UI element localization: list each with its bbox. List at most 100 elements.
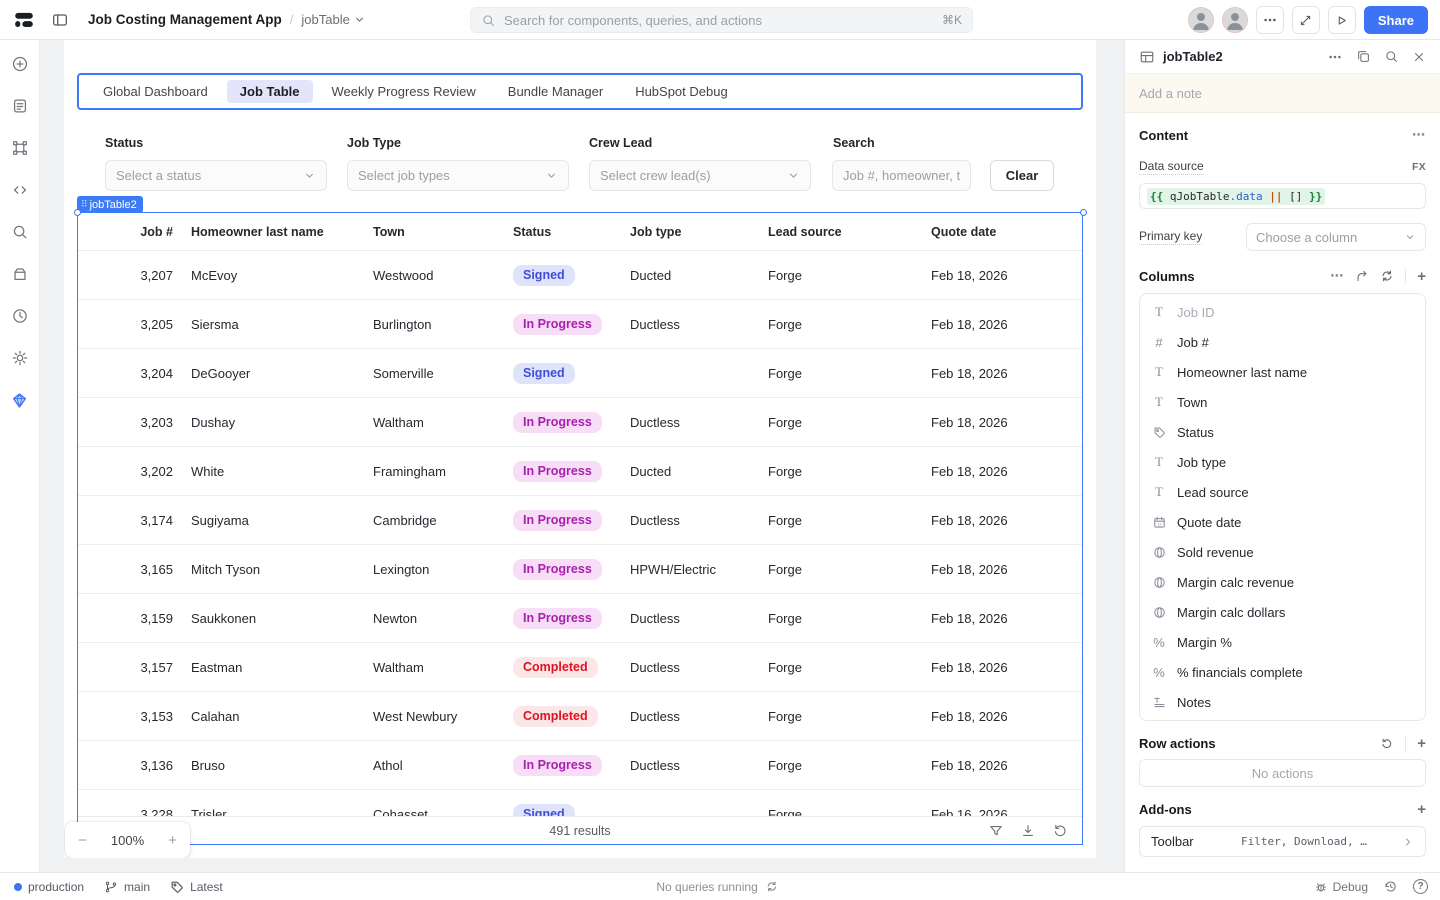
pin-column-icon[interactable]: [1355, 269, 1369, 283]
job-type-select[interactable]: Select job types: [347, 160, 569, 191]
sync-columns-icon[interactable]: [1380, 269, 1394, 283]
environment-selector[interactable]: production: [14, 880, 84, 894]
table-row[interactable]: 3,159SaukkonenNewtonIn ProgressDuctlessF…: [78, 594, 1082, 643]
add-row-action-icon[interactable]: +: [1417, 736, 1426, 751]
inspector-column-margin-calc-revenue[interactable]: Margin calc revenue: [1140, 567, 1425, 597]
filter-funnel-icon[interactable]: [988, 823, 1004, 839]
refresh-icon[interactable]: [1052, 823, 1068, 839]
add-addon-icon[interactable]: +: [1417, 802, 1426, 817]
column-header-homeowner-last-name[interactable]: Homeowner last name: [173, 225, 355, 239]
inspector-column-homeowner-last-name[interactable]: THomeowner last name: [1140, 357, 1425, 387]
help-icon[interactable]: ?: [1413, 879, 1428, 894]
crew-lead-select[interactable]: Select crew lead(s): [589, 160, 811, 191]
table-row[interactable]: 3,202WhiteFraminghamIn ProgressDuctedFor…: [78, 447, 1082, 496]
tab-weekly-progress-review[interactable]: Weekly Progress Review: [319, 80, 489, 103]
column-header-status[interactable]: Status: [495, 225, 612, 239]
table-row[interactable]: 3,228TrislerCohassetSignedForgeFeb 16, 2…: [78, 790, 1082, 816]
fx-toggle[interactable]: FX: [1412, 161, 1426, 173]
inspector-column-town[interactable]: TTown: [1140, 387, 1425, 417]
section-more-icon[interactable]: ⋯: [1412, 127, 1426, 143]
expand-icon[interactable]: [1292, 6, 1320, 34]
inspector-column-job[interactable]: #Job #: [1140, 327, 1425, 357]
no-actions-placeholder: No actions: [1139, 759, 1426, 787]
add-column-icon[interactable]: +: [1417, 269, 1426, 284]
global-search[interactable]: ⌘K: [470, 7, 973, 33]
panel-toggle-icon[interactable]: [46, 6, 74, 34]
debug-button[interactable]: Debug: [1314, 880, 1368, 894]
column-header-lead-source[interactable]: Lead source: [750, 225, 913, 239]
add-note-field[interactable]: Add a note: [1125, 73, 1440, 113]
tab-hubspot-debug[interactable]: HubSpot Debug: [622, 80, 741, 103]
primary-key-select[interactable]: Choose a column: [1246, 223, 1426, 251]
sync-icon[interactable]: [766, 880, 779, 893]
retool-logo-icon[interactable]: [12, 8, 36, 32]
inspector-column-job-type[interactable]: TJob type: [1140, 447, 1425, 477]
columns-more-icon[interactable]: ⋯: [1330, 268, 1344, 284]
column-header-job-type[interactable]: Job type: [612, 225, 750, 239]
inspector-column-status[interactable]: Status: [1140, 417, 1425, 447]
zoom-out-button[interactable]: −: [78, 832, 87, 849]
more-menu-icon[interactable]: [1327, 49, 1343, 65]
branch-selector[interactable]: main: [104, 880, 150, 894]
selection-handle[interactable]: [1080, 209, 1087, 216]
global-search-input[interactable]: [504, 13, 934, 28]
upgrade-gem-icon[interactable]: [6, 386, 34, 414]
inspector-column-job-id[interactable]: TJob ID: [1140, 297, 1425, 327]
table-row[interactable]: 3,157EastmanWalthamCompletedDuctlessForg…: [78, 643, 1082, 692]
zoom-in-button[interactable]: +: [168, 832, 177, 849]
table-row[interactable]: 3,174SugiyamaCambridgeIn ProgressDuctles…: [78, 496, 1082, 545]
tab-bundle-manager[interactable]: Bundle Manager: [495, 80, 616, 103]
selection-handle[interactable]: [74, 209, 81, 216]
release-tag[interactable]: Latest: [170, 880, 223, 894]
share-button[interactable]: Share: [1364, 6, 1428, 34]
inspector-column-quote-date[interactable]: 12Quote date: [1140, 507, 1425, 537]
inspector-column-margin[interactable]: %Margin %: [1140, 627, 1425, 657]
table-row[interactable]: 3,204DeGooyerSomervilleSignedForgeFeb 18…: [78, 349, 1082, 398]
table-row[interactable]: 3,153CalahanWest NewburyCompletedDuctles…: [78, 692, 1082, 741]
components-icon[interactable]: [6, 134, 34, 162]
close-icon[interactable]: [1412, 50, 1426, 64]
inspector-column-margin-calc-dollars[interactable]: Margin calc dollars: [1140, 597, 1425, 627]
column-header-quote-date[interactable]: Quote date: [913, 225, 1082, 239]
component-tag[interactable]: ⠿ jobTable2: [77, 196, 143, 213]
inspector-column-notes[interactable]: Notes: [1140, 687, 1425, 717]
history-icon[interactable]: [6, 302, 34, 330]
avatar[interactable]: [1222, 7, 1248, 33]
table-row[interactable]: 3,203DushayWalthamIn ProgressDuctlessFor…: [78, 398, 1082, 447]
data-source-input[interactable]: {{ qJobTable.data || [] }}: [1139, 183, 1426, 209]
toolbox-icon[interactable]: [6, 260, 34, 288]
inspect-docs-icon[interactable]: [1356, 49, 1371, 64]
search-filter[interactable]: [832, 160, 971, 191]
table-row[interactable]: 3,165Mitch TysonLexingtonIn ProgressHPWH…: [78, 545, 1082, 594]
tab-global-dashboard[interactable]: Global Dashboard: [90, 80, 221, 103]
search-icon[interactable]: [6, 218, 34, 246]
tab-job-table[interactable]: Job Table: [227, 80, 313, 103]
clear-filters-button[interactable]: Clear: [990, 160, 1054, 191]
add-icon[interactable]: [6, 50, 34, 78]
pages-icon[interactable]: [6, 92, 34, 120]
search-icon[interactable]: [1384, 49, 1399, 64]
job-table-component[interactable]: Job #Homeowner last nameTownStatusJob ty…: [77, 212, 1083, 845]
reset-icon[interactable]: [1380, 737, 1394, 751]
tabs-container[interactable]: Global Dashboard Job Table Weekly Progress…: [77, 73, 1083, 110]
table-row[interactable]: 3,207McEvoyWestwoodSignedDuctedForgeFeb …: [78, 251, 1082, 300]
inspector-column-sold-revenue[interactable]: Sold revenue: [1140, 537, 1425, 567]
table-row[interactable]: 3,136BrusoAtholIn ProgressDuctlessForgeF…: [78, 741, 1082, 790]
download-icon[interactable]: [1020, 823, 1036, 839]
settings-icon[interactable]: [6, 344, 34, 372]
status-select[interactable]: Select a status: [105, 160, 327, 191]
avatar[interactable]: [1188, 7, 1214, 33]
search-filter-input[interactable]: [843, 168, 960, 183]
column-header-job[interactable]: Job #: [78, 225, 173, 239]
code-icon[interactable]: [6, 176, 34, 204]
preview-play-icon[interactable]: [1328, 6, 1356, 34]
page-switcher[interactable]: jobTable: [301, 12, 365, 27]
toolbar-addon-row[interactable]: Toolbar Filter, Download, …: [1139, 826, 1426, 857]
more-menu-icon[interactable]: [1256, 6, 1284, 34]
column-header-town[interactable]: Town: [355, 225, 495, 239]
currency-column-icon: [1151, 546, 1167, 559]
table-row[interactable]: 3,205SiersmaBurlingtonIn ProgressDuctles…: [78, 300, 1082, 349]
inspector-column-lead-source[interactable]: TLead source: [1140, 477, 1425, 507]
inspector-column-financials-complete[interactable]: %% financials complete: [1140, 657, 1425, 687]
history-icon[interactable]: [1383, 879, 1398, 894]
